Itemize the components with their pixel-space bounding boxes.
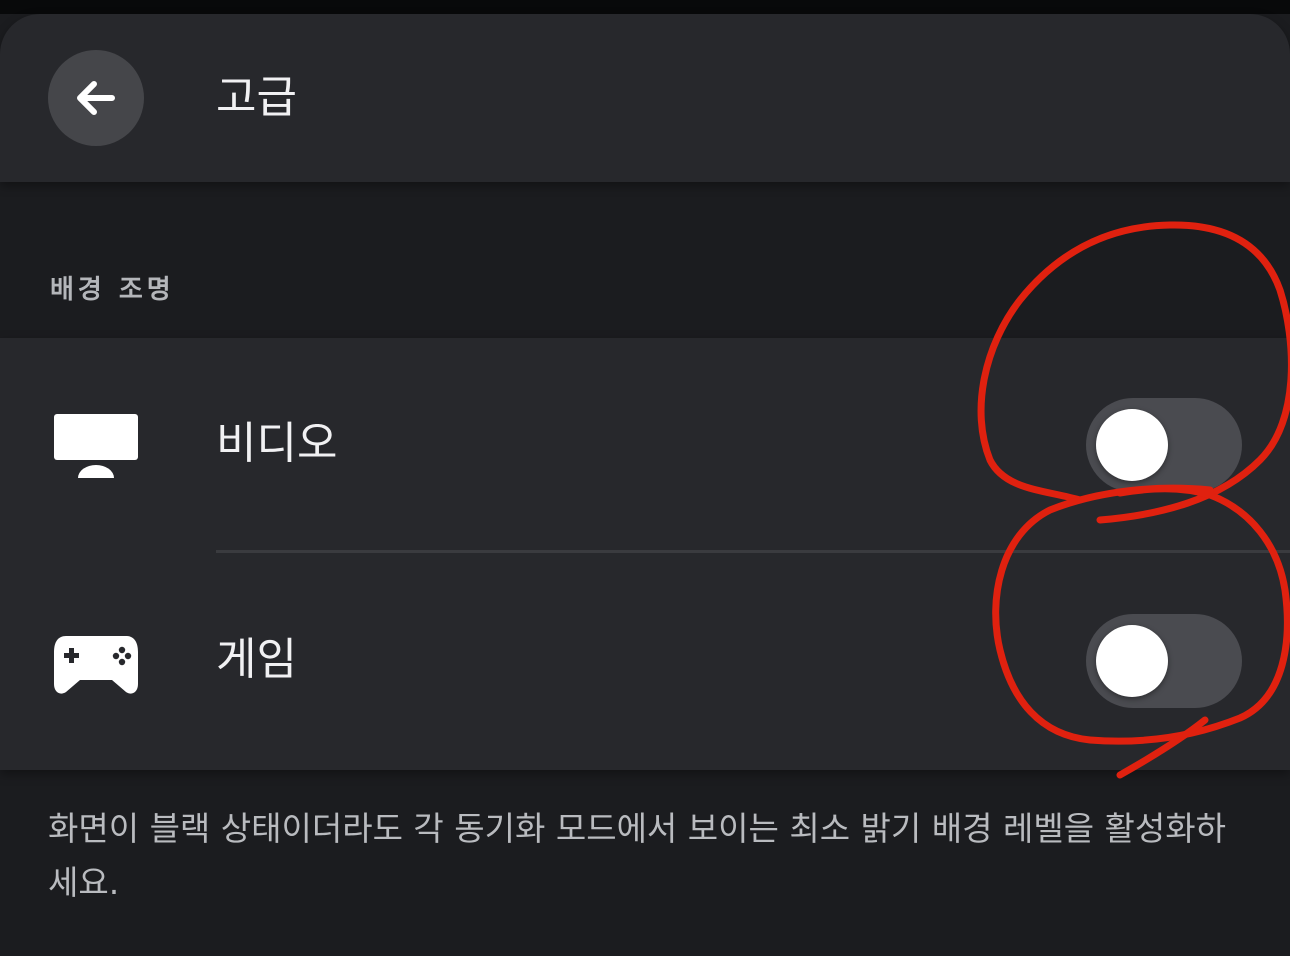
setting-description: 화면이 블랙 상태이더라도 각 동기화 모드에서 보이는 최소 밝기 배경 레벨… — [48, 809, 1226, 902]
setting-label-video: 비디오 — [216, 418, 338, 469]
setting-row-game[interactable]: 게임 — [0, 554, 1290, 768]
back-button[interactable] — [48, 50, 144, 146]
setting-label-game: 게임 — [216, 634, 297, 685]
arrow-left-icon — [77, 81, 115, 115]
toggle-knob — [1096, 409, 1168, 481]
monitor-icon — [54, 414, 138, 478]
section-header-ambient-light: 배경 조명 — [50, 275, 175, 305]
video-toggle[interactable] — [1086, 398, 1242, 492]
row-divider — [216, 550, 1290, 553]
game-toggle[interactable] — [1086, 614, 1242, 708]
settings-screen: 고급 배경 조명 비디오 게임 화면이 블랙 상태이더라도 각 동기화 모드에서… — [0, 0, 1290, 956]
gamepad-icon — [54, 636, 138, 694]
setting-row-video[interactable]: 비디오 — [0, 338, 1290, 553]
toggle-knob — [1096, 625, 1168, 697]
settings-card: 비디오 게임 — [0, 338, 1290, 770]
status-bar-strip — [0, 0, 1290, 14]
app-header: 고급 — [0, 14, 1290, 182]
page-title: 고급 — [216, 72, 297, 123]
